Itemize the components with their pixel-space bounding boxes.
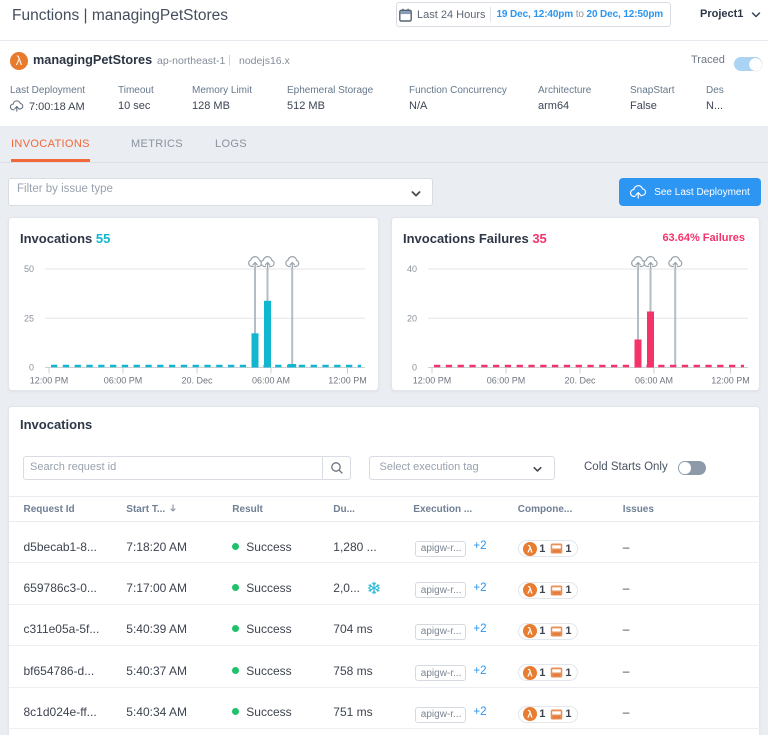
svg-text:06:00 PM: 06:00 PM: [487, 376, 526, 386]
svg-text:λ: λ: [528, 668, 534, 679]
svg-text:06:00 PM: 06:00 PM: [104, 376, 143, 386]
svg-text:λ: λ: [528, 710, 534, 721]
svg-text:20. Dec: 20. Dec: [564, 376, 596, 386]
svg-text:0: 0: [29, 363, 34, 373]
svg-text:25: 25: [24, 313, 34, 323]
svg-text:λ: λ: [528, 544, 534, 555]
svg-text:50: 50: [24, 264, 34, 274]
svg-text:20: 20: [407, 313, 417, 323]
svg-text:λ: λ: [528, 627, 534, 638]
svg-text:20. Dec: 20. Dec: [181, 376, 213, 386]
svg-text:12:00 PM: 12:00 PM: [328, 376, 367, 386]
svg-text:λ: λ: [528, 585, 534, 596]
svg-text:12:00 PM: 12:00 PM: [30, 376, 69, 386]
svg-text:0: 0: [412, 363, 417, 373]
svg-text:06:00 AM: 06:00 AM: [635, 376, 673, 386]
svg-text:12:00 PM: 12:00 PM: [711, 376, 750, 386]
svg-text:λ: λ: [16, 54, 23, 68]
svg-text:40: 40: [407, 264, 417, 274]
svg-text:06:00 AM: 06:00 AM: [252, 376, 290, 386]
svg-text:12:00 PM: 12:00 PM: [413, 376, 452, 386]
